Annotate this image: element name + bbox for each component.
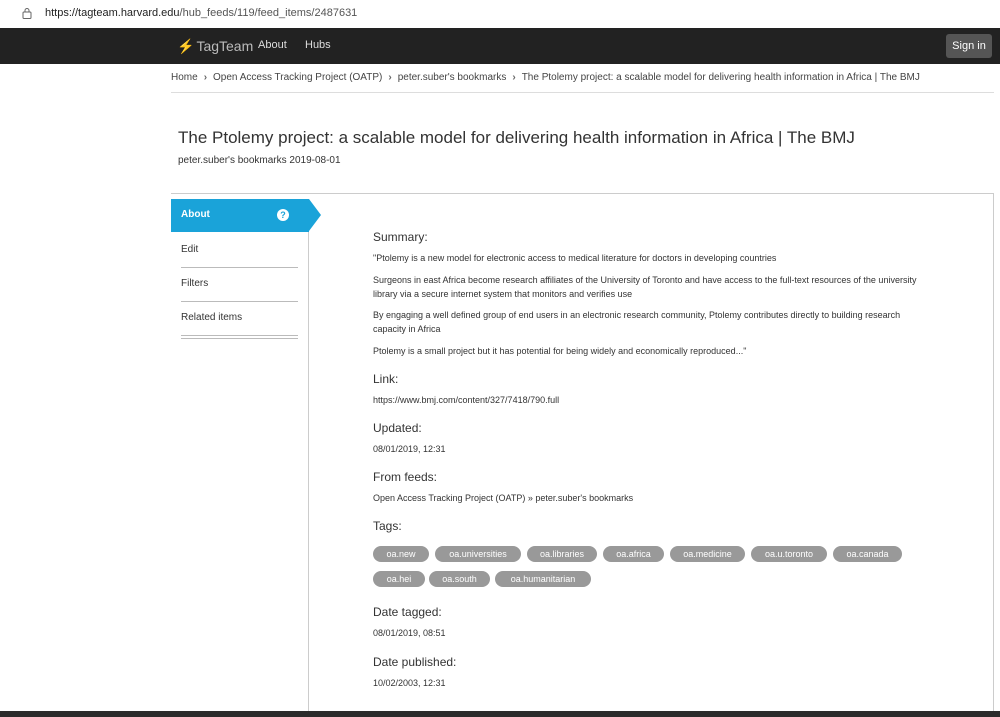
sidebar-item-filters[interactable]: Filters <box>181 278 298 289</box>
sidebar-border <box>308 232 309 717</box>
tag-pill[interactable]: oa.canada <box>833 546 902 562</box>
tag-pill[interactable]: oa.medicine <box>670 546 745 562</box>
sidebar-active-arrow <box>309 199 321 231</box>
chevron-right-icon: › <box>512 72 516 83</box>
page-title: The Ptolemy project: a scalable model fo… <box>178 128 855 147</box>
tag-pill[interactable]: oa.new <box>373 546 429 562</box>
summary-paragraph: Surgeons in east Africa become research … <box>373 275 917 299</box>
tag-pill[interactable]: oa.africa <box>603 546 664 562</box>
tag-pill[interactable]: oa.humanitarian <box>495 571 591 587</box>
sign-in-button[interactable]: Sign in <box>946 34 992 58</box>
breadcrumb: Home › Open Access Tracking Project (OATP)… <box>171 72 920 83</box>
sidebar-divider <box>181 267 298 268</box>
top-navbar: ⚡ TagTeam About Hubs Sign in <box>0 28 1000 64</box>
date-published-heading: Date published: <box>373 655 457 669</box>
nav-hubs-link[interactable]: Hubs <box>305 39 331 51</box>
tag-pill[interactable]: oa.south <box>429 571 490 587</box>
item-link[interactable]: https://www.bmj.com/content/327/7418/790… <box>373 393 933 407</box>
url-text[interactable]: https://tagteam.harvard.edu/hub_feeds/11… <box>45 7 357 19</box>
feeds-value[interactable]: Open Access Tracking Project (OATP) » pe… <box>373 491 933 505</box>
header-divider <box>171 193 994 194</box>
sidebar-item-label: About <box>181 209 210 220</box>
tag-pill[interactable]: oa.libraries <box>527 546 597 562</box>
browser-url-bar[interactable]: https://tagteam.harvard.edu/hub_feeds/11… <box>0 0 1000 29</box>
chevron-right-icon: › <box>388 72 392 83</box>
tag-pill[interactable]: oa.hei <box>373 571 425 587</box>
lock-icon <box>22 8 32 19</box>
brand-logo[interactable]: ⚡ TagTeam <box>177 38 253 55</box>
link-heading: Link: <box>373 372 399 386</box>
updated-heading: Updated: <box>373 421 422 435</box>
breadcrumb-hub[interactable]: Open Access Tracking Project (OATP) <box>213 72 382 83</box>
breadcrumb-divider <box>171 92 994 93</box>
tag-pill[interactable]: oa.u.toronto <box>751 546 827 562</box>
nav-about-link[interactable]: About <box>258 39 287 51</box>
page-subtitle: peter.suber's bookmarks 2019-08-01 <box>178 155 341 166</box>
breadcrumb-home[interactable]: Home <box>171 72 198 83</box>
sidebar-divider <box>181 338 298 339</box>
sidebar-item-related-items[interactable]: Related items <box>181 312 298 323</box>
summary-paragraph: Ptolemy is a small project but it has po… <box>373 346 747 356</box>
breadcrumb-current: The Ptolemy project: a scalable model fo… <box>521 72 920 83</box>
chevron-right-icon: › <box>203 72 208 83</box>
sidebar-item-about[interactable]: About ? <box>171 199 309 232</box>
lightning-icon: ⚡ <box>177 38 195 54</box>
date-tagged-value: 08/01/2019, 08:51 <box>373 628 446 638</box>
panel-border <box>993 193 994 717</box>
summary-heading: Summary: <box>373 230 428 244</box>
sidebar-divider <box>181 335 298 336</box>
help-icon[interactable]: ? <box>277 209 289 221</box>
os-taskbar <box>0 711 1000 717</box>
updated-value: 08/01/2019, 12:31 <box>373 444 446 454</box>
date-tagged-heading: Date tagged: <box>373 605 442 619</box>
sidebar-item-edit[interactable]: Edit <box>181 244 298 255</box>
summary-paragraph: By engaging a well defined group of end … <box>373 310 901 334</box>
feeds-heading: From feeds: <box>373 470 438 484</box>
sidebar-divider <box>181 301 298 302</box>
tags-heading: Tags: <box>373 519 402 533</box>
breadcrumb-feed[interactable]: peter.suber's bookmarks <box>398 72 507 83</box>
date-published-value: 10/02/2003, 12:31 <box>373 678 446 688</box>
summary-paragraph: "Ptolemy is a new model for electronic a… <box>373 253 777 263</box>
tag-pill[interactable]: oa.universities <box>435 546 521 562</box>
